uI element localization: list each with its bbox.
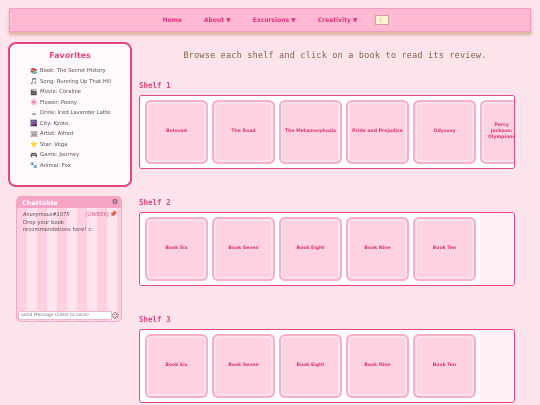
shelf-title: Shelf 3 xyxy=(139,315,171,324)
book-card[interactable]: Book Seven xyxy=(212,217,275,281)
caret-down-icon: ▼ xyxy=(226,16,231,24)
favorite-icon: 🐾 xyxy=(30,162,38,170)
pin-icon: 📌 xyxy=(109,211,117,218)
emoji-icon[interactable]: ☺ xyxy=(112,312,119,320)
nav-home[interactable]: Home xyxy=(162,17,181,24)
nav-home-label: Home xyxy=(162,16,182,24)
favorite-icon: 🎮 xyxy=(30,151,38,159)
book-card[interactable]: Book Ten xyxy=(413,217,476,281)
book-card[interactable]: Book Eight xyxy=(279,217,342,281)
favorite-icon: 🖼 xyxy=(30,130,38,138)
caret-down-icon: ▼ xyxy=(352,16,358,24)
favorite-icon: 🌆 xyxy=(30,120,38,128)
favorite-label: Game: Journey xyxy=(40,152,80,159)
caret-down-icon: ▼ xyxy=(291,16,296,24)
favorite-label: City: Kyoto xyxy=(40,120,69,127)
book-card[interactable]: Pride and Prejudice xyxy=(346,100,409,164)
book-card[interactable]: Book Ten xyxy=(413,334,476,398)
shelf-scroll-area xyxy=(480,213,514,285)
page-instructions: Browse each shelf and click on a book to… xyxy=(183,51,487,61)
favorite-item: ☕ Drink: Iced Lavender Latte xyxy=(30,108,120,119)
book-card[interactable]: Book Six xyxy=(145,334,208,398)
favorite-icon: ⭐ xyxy=(30,141,38,149)
favorites-list: 📚 Book: The Secret History 🎵 Song: Running … xyxy=(30,66,120,171)
favorite-label: Artist: Alfred xyxy=(40,131,74,138)
top-navigation: Home About ▼ Excursions ▼ Creativity ▼ ☾ xyxy=(9,8,531,32)
moon-icon: ☾ xyxy=(378,16,385,24)
chat-header: Chattable ⚙ xyxy=(17,197,121,208)
favorite-item: 🌆 City: Kyoto xyxy=(30,119,120,130)
bookshelf: Book Six Book Seven Book Eight Book Nine Boo… xyxy=(139,212,515,286)
favorite-item: ⭐ Star: Vega xyxy=(30,140,120,151)
book-card[interactable]: Book Seven xyxy=(212,334,275,398)
nav-about-label: About xyxy=(203,16,225,24)
nav-about[interactable]: About ▼ xyxy=(204,17,231,24)
nav-creativity[interactable]: Creativity ▼ xyxy=(318,17,358,24)
favorite-label: Book: The Secret History xyxy=(40,68,106,75)
gear-icon[interactable]: ⚙ xyxy=(112,198,118,206)
shelf-title: Shelf 1 xyxy=(139,81,171,90)
favorites-title: Favorites xyxy=(49,51,91,60)
favorite-label: Flower: Peony xyxy=(40,99,77,106)
favorite-item: 🖼 Artist: Alfred xyxy=(30,129,120,140)
book-card[interactable]: Percy Jackson: Olympians xyxy=(480,100,514,164)
book-card[interactable]: Book Eight xyxy=(279,334,342,398)
bookshelf: Book Six Book Seven Book Eight Book Nine Boo… xyxy=(139,329,515,403)
chat-message: Anonymous#1075 [OWNER] 📌 Drop your book … xyxy=(17,208,121,238)
book-card[interactable]: Book Six xyxy=(145,217,208,281)
favorite-icon: ☕ xyxy=(31,109,37,117)
favorite-icon: 🎵 xyxy=(30,78,38,86)
book-card[interactable]: Beloved xyxy=(145,100,208,164)
owner-badge: [OWNER] xyxy=(85,212,109,218)
favorite-item: 🎬 Movie: Coraline xyxy=(30,87,120,98)
book-card[interactable]: The Road xyxy=(212,100,275,164)
favorite-label: Movie: Coraline xyxy=(40,89,82,96)
favorite-item: 🎮 Game: Journey xyxy=(30,150,120,161)
book-card[interactable]: The Metamorphosis xyxy=(279,100,342,164)
shelf-scroll-area xyxy=(480,330,514,402)
chat-widget: Chattable ⚙ Anonymous#1075 [OWNER] 📌 Dro… xyxy=(16,196,122,322)
shelf-title: Shelf 2 xyxy=(139,198,171,207)
favorite-item: 🌸 Flower: Peony xyxy=(30,98,120,109)
nav-creativity-label: Creativity xyxy=(317,16,351,24)
favorites-panel: Favorites 📚 Book: The Secret History 🎵 Song… xyxy=(8,42,132,187)
favorite-item: 📚 Book: The Secret History xyxy=(30,66,120,77)
favorite-label: Song: Running Up That Hill xyxy=(40,78,112,85)
favorite-label: Animal: Fox xyxy=(40,162,71,169)
nav-excursions-label: Excursions xyxy=(252,16,290,24)
favorite-label: Star: Vega xyxy=(40,141,68,148)
theme-toggle-button[interactable]: ☾ xyxy=(374,15,389,25)
book-card[interactable]: Book Nine xyxy=(346,334,409,398)
favorite-icon: 🌸 xyxy=(30,99,38,107)
favorite-item: 🐾 Animal: Fox xyxy=(30,161,120,172)
nav-excursions[interactable]: Excursions ▼ xyxy=(253,17,296,24)
chat-message-text: Drop your book recommendations here! c: xyxy=(23,220,94,233)
bookshelf: Beloved The Road The Metamorphosis Pride an… xyxy=(139,95,515,169)
chat-message-input[interactable] xyxy=(18,311,112,320)
book-card[interactable]: Odyssey xyxy=(413,100,476,164)
book-card[interactable]: Book Nine xyxy=(346,217,409,281)
favorite-item: 🎵 Song: Running Up That Hill xyxy=(30,77,120,88)
favorite-icon: 📚 xyxy=(30,67,38,75)
favorite-label: Drink: Iced Lavender Latte xyxy=(40,110,111,117)
chat-title: Chattable xyxy=(22,199,58,207)
favorite-icon: 🎬 xyxy=(30,88,38,96)
